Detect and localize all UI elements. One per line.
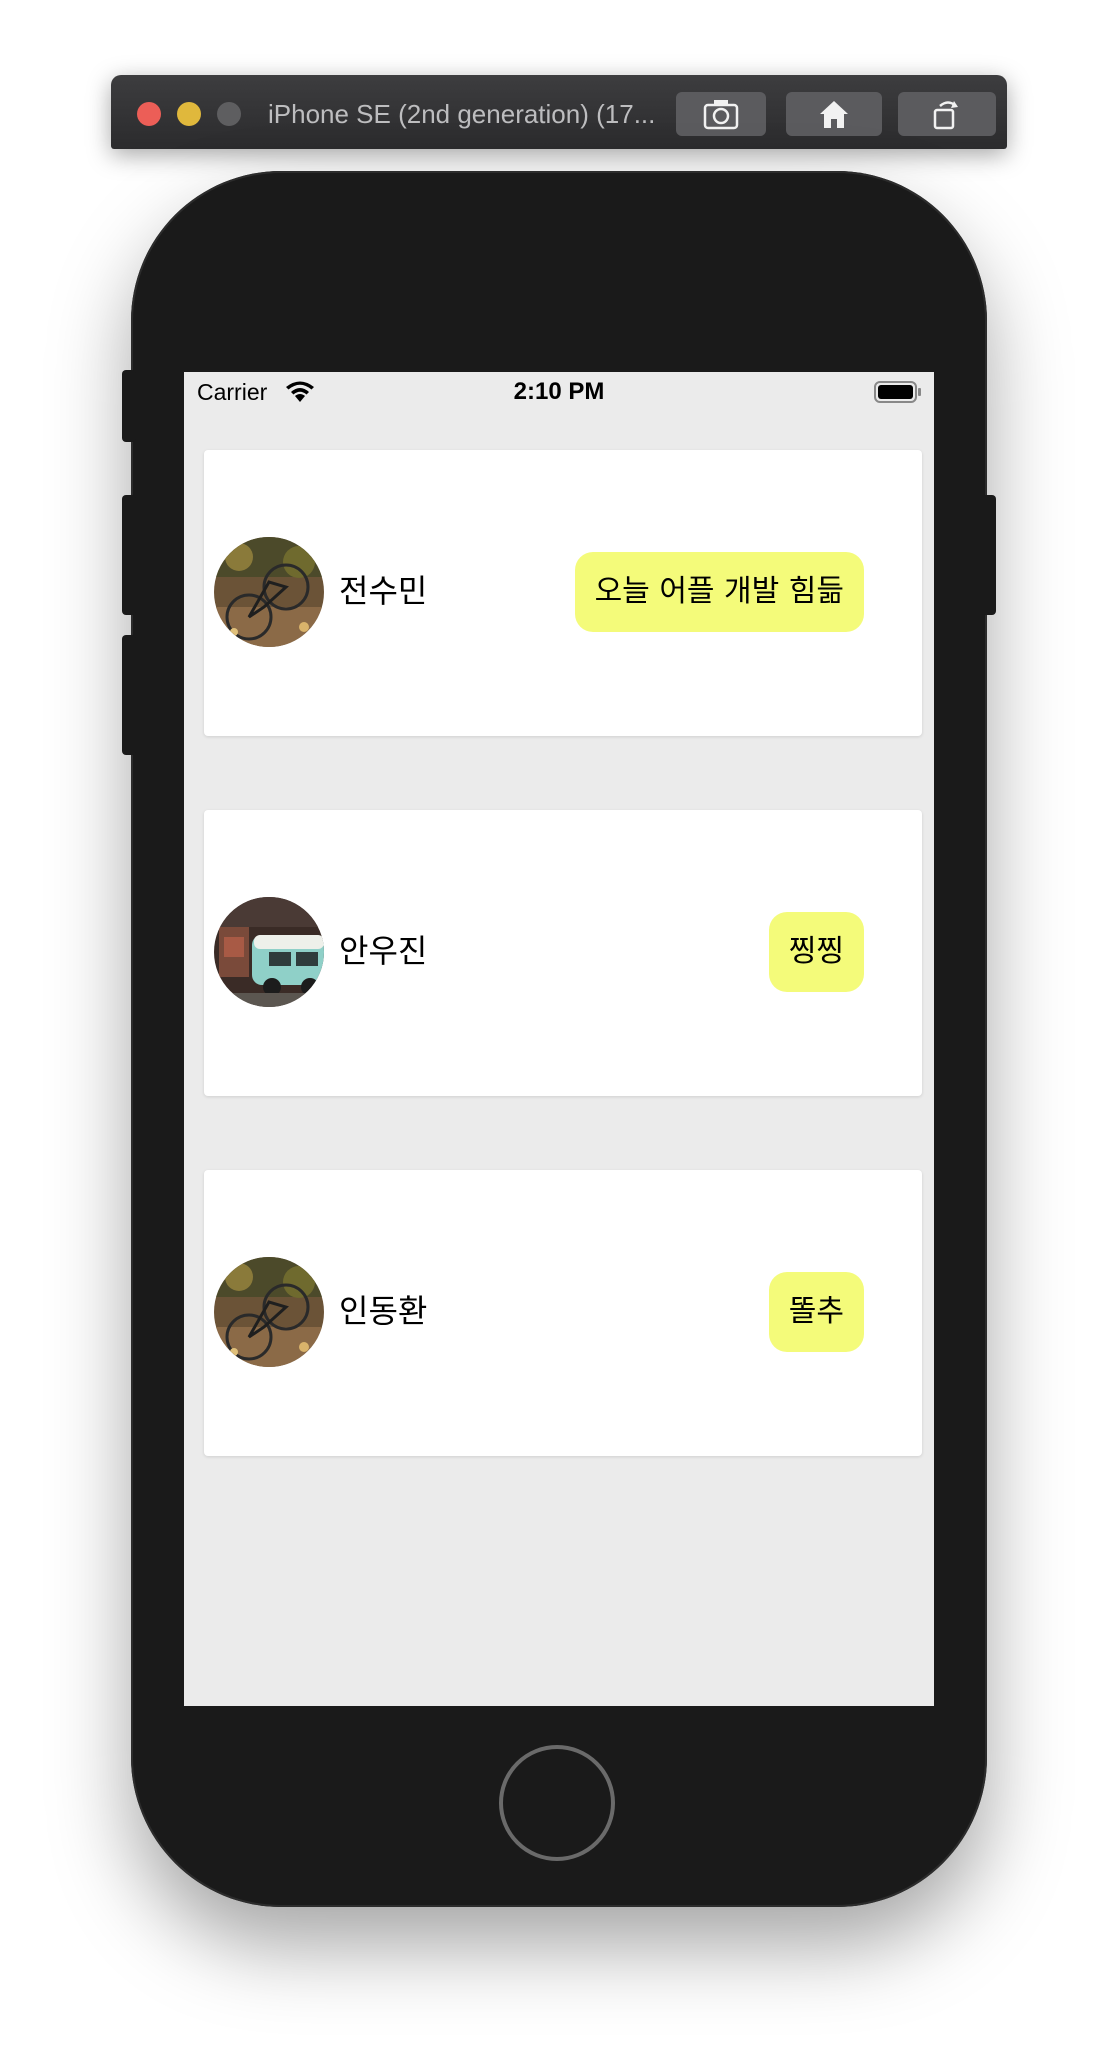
message-bubble: 똘추	[768, 1272, 864, 1352]
status-time: 2:10 PM	[513, 378, 605, 405]
device-screen: Carrier 2:10 PM 전수민 오늘 어플 개발 힘듦 안우진 찡찡 인…	[184, 372, 934, 1706]
bicycle-photo	[214, 1257, 324, 1367]
avatar	[214, 1257, 324, 1367]
battery-icon	[874, 381, 921, 403]
volume-down-button[interactable]	[122, 635, 136, 755]
message-card[interactable]: 안우진 찡찡	[204, 810, 922, 1096]
home-icon	[820, 101, 848, 128]
camera-icon	[703, 100, 739, 130]
rotate-button[interactable]	[898, 92, 996, 136]
avatar	[214, 537, 324, 647]
sender-name: 안우진	[339, 932, 428, 970]
van-photo	[214, 897, 324, 1007]
volume-up-button[interactable]	[122, 495, 136, 615]
rotate-icon	[933, 101, 958, 130]
avatar	[214, 897, 324, 1007]
home-toolbar-button[interactable]	[786, 92, 882, 136]
message-card[interactable]: 인동환 똘추	[204, 1170, 922, 1456]
message-card[interactable]: 전수민 오늘 어플 개발 힘듦	[204, 450, 922, 736]
sender-name: 전수민	[339, 572, 428, 610]
zoom-window-button[interactable]	[217, 102, 241, 126]
status-bar: Carrier 2:10 PM	[184, 372, 934, 412]
screenshot-button[interactable]	[676, 92, 766, 136]
close-window-button[interactable]	[137, 102, 161, 126]
message-bubble: 오늘 어플 개발 힘듦	[574, 552, 864, 632]
power-button[interactable]	[982, 495, 996, 615]
bicycle-photo	[214, 537, 324, 647]
window-title: iPhone SE (2nd generation) (17...	[268, 99, 656, 129]
message-bubble: 찡찡	[768, 912, 864, 992]
minimize-window-button[interactable]	[177, 102, 201, 126]
mute-switch[interactable]	[122, 370, 136, 442]
sender-name: 인동환	[339, 1292, 428, 1330]
home-button[interactable]	[499, 1745, 615, 1861]
